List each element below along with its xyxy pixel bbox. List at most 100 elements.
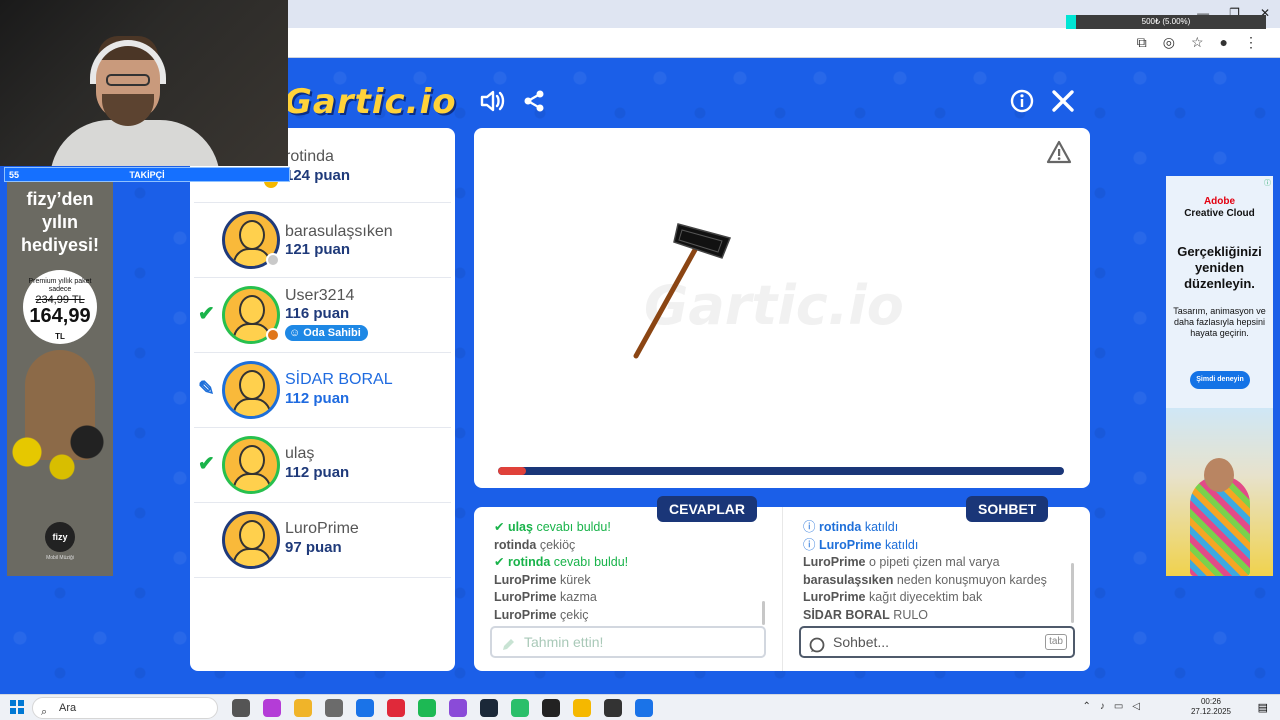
taskbar-app-icon[interactable] <box>387 699 405 717</box>
time-progress-fill <box>498 467 527 475</box>
taskbar-apps <box>232 699 653 717</box>
ad-brand-bottom: Creative Cloud <box>1184 208 1255 219</box>
fizy-ad[interactable]: fizy’den yılın hediyesi! Premium yıllık … <box>7 182 113 576</box>
message-row: SİDAR BORAL RULO <box>803 607 1073 625</box>
guess-input[interactable]: Tahmin ettin! <box>490 626 766 658</box>
message-text: cevabı buldu! <box>536 520 611 534</box>
ad-brand: Adobe Creative Cloud <box>1166 196 1273 220</box>
tab-hint: tab <box>1045 634 1067 650</box>
answers-panel: CEVAPLAR ✔ ulaş cevabı buldu! rotinda çek… <box>474 496 782 671</box>
eye-off-icon[interactable]: ◎ <box>1163 34 1175 51</box>
info-icon: ⓘ <box>803 520 819 534</box>
player-name: User3214 <box>285 287 355 304</box>
chat-input[interactable]: Sohbet... tab <box>799 626 1075 658</box>
room-owner-label: Oda Sahibi <box>303 327 361 339</box>
menu-icon[interactable]: ⋮ <box>1244 34 1258 51</box>
network-icon[interactable]: ▭ <box>1114 701 1123 712</box>
taskbar-app-icon[interactable] <box>294 699 312 717</box>
player-points: 124 puan <box>285 167 351 184</box>
share-icon[interactable] <box>519 86 549 116</box>
chat-list: ⓘ rotinda katıldı ⓘ LuroPrime katıldı Luro… <box>803 519 1073 624</box>
taskbar-app-icon[interactable] <box>542 699 560 717</box>
message-author: rotinda <box>507 555 551 569</box>
close-icon[interactable] <box>1048 86 1078 116</box>
hammer-drawing <box>633 223 732 359</box>
volume-icon[interactable]: ◁ <box>1132 701 1140 712</box>
gartic-logo[interactable]: Gartic.io <box>284 82 457 122</box>
message-text: kazma <box>560 590 597 604</box>
taskbar-app-icon[interactable] <box>356 699 374 717</box>
price-badge: Premium yıllık paket sadece 234,99 TL 16… <box>23 270 97 344</box>
message-text: katıldı <box>864 520 899 534</box>
message-text: kürek <box>560 572 591 587</box>
windows-taskbar: ⌕ Ara ⌃ ♪ ▭ ◁ 00:26 27.12.2025 ▤ <box>0 694 1280 720</box>
status-dot <box>266 253 280 267</box>
message-row: rotinda çekiöç <box>494 537 764 555</box>
answers-scrollbar[interactable] <box>762 601 765 625</box>
taskbar-app-icon[interactable] <box>480 699 498 717</box>
ad-info-icon[interactable]: ⓘ <box>1264 178 1271 188</box>
players-panel: ✔ 100 rotinda 124 puan barasulaşsıken 12… <box>190 128 455 671</box>
taskbar-app-icon[interactable] <box>604 699 622 717</box>
taskbar-app-icon[interactable] <box>573 699 591 717</box>
cast-icon[interactable]: ⧉ <box>1137 34 1147 51</box>
microphone-icon[interactable]: ♪ <box>1100 701 1105 712</box>
taskbar-search[interactable]: ⌕ Ara <box>32 697 218 719</box>
message-author: barasulaşsıken <box>803 572 894 587</box>
info-icon: ⓘ <box>803 537 819 552</box>
currency: TL <box>55 332 65 341</box>
clock-time: 00:26 <box>1200 697 1222 706</box>
player-item[interactable]: ✎ SİDAR BORAL 112 puan <box>194 353 451 428</box>
drawing-canvas[interactable]: Gartic.io <box>474 128 1090 488</box>
report-warning-icon[interactable] <box>1046 140 1072 164</box>
ad-description: Tasarım, animasyon ve daha fazlasıyla he… <box>1173 306 1266 338</box>
player-name: rotinda <box>285 148 334 165</box>
message-row: LuroPrime o pipeti çizen mal varya <box>803 554 1073 572</box>
message-text: çekiç <box>560 607 589 622</box>
player-points: 116 puan <box>285 305 350 322</box>
ad-cta-button[interactable]: Şimdi deneyin <box>1190 371 1250 389</box>
taskbar-app-icon[interactable] <box>511 699 529 717</box>
donation-goal-bar: 500₺ (5.00%) <box>1066 15 1266 29</box>
player-item[interactable]: ✔ User3214 116 puan ☺ Oda Sahibi <box>194 278 451 353</box>
follower-count: 55 <box>9 169 20 180</box>
taskbar-app-icon[interactable] <box>449 699 467 717</box>
player-item[interactable]: barasulaşsıken 121 puan <box>194 203 451 278</box>
taskbar-app-icon[interactable] <box>418 699 436 717</box>
message-row: LuroPrime kürek <box>494 572 764 590</box>
notification-icon[interactable]: ▤ <box>1258 701 1268 714</box>
check-icon: ✔ <box>494 520 508 534</box>
message-text: RULO <box>893 607 929 622</box>
taskbar-app-icon[interactable] <box>263 699 281 717</box>
follower-label: TAKİPÇİ <box>129 169 165 180</box>
windows-start-icon[interactable] <box>10 700 24 714</box>
taskbar-app-icon[interactable] <box>232 699 250 717</box>
message-author: rotinda <box>494 537 537 552</box>
info-icon[interactable] <box>1007 86 1037 116</box>
search-icon: ⌕ <box>41 706 48 718</box>
profile-icon[interactable]: ● <box>1220 34 1228 51</box>
taskbar-app-icon[interactable] <box>325 699 343 717</box>
player-item[interactable]: ✔ ulaş 112 puan <box>194 428 451 503</box>
message-row: LuroPrime kağıt diyecektim bak <box>803 589 1073 607</box>
message-author: rotinda <box>818 520 862 534</box>
badge-text: Premium yıllık paket sadece <box>28 278 92 293</box>
player-points: 112 puan <box>285 464 350 481</box>
message-author: LuroPrime <box>494 590 557 604</box>
taskbar-app-icon[interactable] <box>635 699 653 717</box>
message-author: LuroPrime <box>818 537 882 552</box>
chevron-up-icon[interactable]: ⌃ <box>1082 701 1090 712</box>
message-text: katıldı <box>884 537 919 552</box>
avatar <box>222 361 280 419</box>
player-item[interactable]: LuroPrime 97 puan <box>194 503 451 578</box>
sound-icon[interactable] <box>477 86 507 116</box>
message-text: çekiöç <box>539 537 576 552</box>
message-author: LuroPrime <box>803 555 866 569</box>
answers-list: ✔ ulaş cevabı buldu! rotinda çekiöç ✔ roti… <box>494 519 764 624</box>
message-row: ⓘ LuroPrime katıldı <box>803 537 1073 555</box>
adobe-ad[interactable]: ⓘ Adobe Creative Cloud Gerçekliğinizi ye… <box>1166 176 1273 576</box>
taskbar-clock[interactable]: 00:26 27.12.2025 <box>1186 697 1236 717</box>
star-icon[interactable]: ☆ <box>1191 34 1204 51</box>
chat-scrollbar[interactable] <box>1071 563 1074 623</box>
browser-toolbar-icons: ⧉ ◎ ☆ ● ⋮ <box>1137 34 1258 51</box>
